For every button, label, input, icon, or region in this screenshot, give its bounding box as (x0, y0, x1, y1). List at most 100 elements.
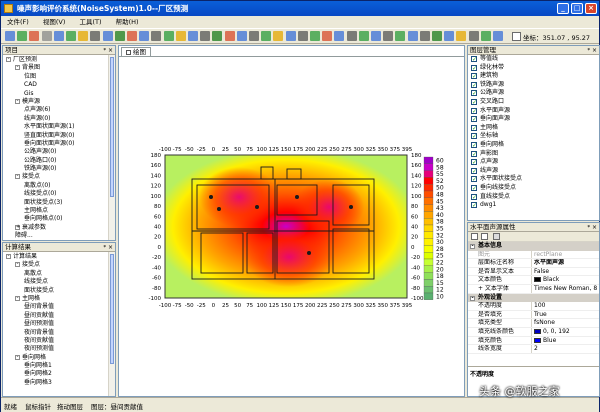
layer-checkbox[interactable]: ✓ (471, 107, 477, 114)
layer-checkbox[interactable]: ✓ (471, 98, 477, 105)
tree-item[interactable]: 线接受点 (6, 278, 115, 286)
tree-item[interactable]: 公路路口(0) (6, 157, 115, 165)
tree-item[interactable]: - 接受点 (6, 261, 115, 269)
tree-item[interactable]: 面状接受点(3) (6, 199, 115, 207)
layer-checkbox[interactable]: ✓ (471, 64, 477, 71)
layer-checkbox[interactable]: ✓ (471, 56, 477, 63)
layer-checkbox[interactable]: ✓ (471, 81, 477, 88)
toolbar-tool-icon[interactable] (285, 31, 296, 41)
close-icon[interactable]: × (108, 243, 113, 252)
tree-item[interactable]: 离散点(0) (6, 182, 115, 190)
tree-item[interactable]: - 模声源 (6, 98, 115, 106)
property-row[interactable]: 层面标注名称 水平面声源 (468, 259, 599, 268)
tree-item[interactable]: CAD (6, 81, 115, 89)
expand-toggle-icon[interactable]: - (15, 65, 20, 71)
tree-item[interactable]: 垂向网格2 (6, 370, 115, 378)
menu-view[interactable]: 视图(V) (37, 16, 72, 28)
menu-help[interactable]: 帮助(H) (110, 16, 145, 28)
layer-item[interactable]: ✓ 坐标轴 (468, 132, 599, 141)
tree-item[interactable]: 夜间贡献值 (6, 337, 115, 345)
property-value[interactable]: 0, 0, 192 (531, 327, 597, 336)
layer-checkbox[interactable]: ✓ (471, 73, 477, 80)
layer-checkbox[interactable]: ✓ (471, 193, 477, 200)
close-button[interactable]: × (585, 3, 597, 14)
tree-item[interactable]: 面状接受点 (6, 287, 115, 295)
property-row[interactable]: + 文本字体 Times New Roman, 8 (468, 284, 599, 294)
toolbar-tool-icon[interactable] (346, 31, 357, 41)
collapse-icon[interactable]: - (470, 295, 475, 301)
collapse-icon[interactable]: - (470, 244, 475, 249)
toolbar-tool-icon[interactable] (468, 31, 479, 41)
toolbar-tool-icon[interactable] (17, 31, 28, 41)
expand-toggle-icon[interactable]: - (6, 57, 11, 62)
toolbar-tool-icon[interactable] (273, 31, 284, 41)
toolbar-tool-icon[interactable] (261, 31, 272, 41)
property-row[interactable]: 填充颜色 Blue (468, 336, 599, 346)
property-row[interactable]: 不透明度 100 (468, 302, 599, 311)
toolbar-tool-icon[interactable] (419, 31, 430, 41)
property-value[interactable]: Black (531, 276, 597, 285)
layer-item[interactable]: ✓ dwg1 (468, 201, 599, 210)
expand-toggle-icon[interactable]: - (15, 98, 20, 104)
property-category[interactable]: - 基本信息 (468, 242, 599, 251)
layer-checkbox[interactable]: ✓ (471, 116, 477, 123)
expand-toggle-icon[interactable]: + (15, 224, 20, 230)
noise-map-canvas[interactable]: -100-100-75-75-50-50-25-2500252550507575… (119, 57, 464, 397)
layer-item[interactable]: ✓ 建筑物 (468, 72, 599, 81)
categorized-icon[interactable] (471, 233, 478, 240)
toolbar-tool-icon[interactable] (127, 31, 137, 41)
toolbar-tool-icon[interactable] (310, 31, 320, 41)
menu-file[interactable]: 文件(F) (1, 16, 35, 28)
maximize-button[interactable]: □ (571, 3, 583, 14)
layer-item[interactable]: ✓ 公路声源 (468, 89, 599, 98)
toolbar-tool-icon[interactable] (5, 31, 15, 41)
toolbar-tool-icon[interactable] (224, 31, 235, 41)
tree-item[interactable]: 夜间背景值 (6, 329, 115, 337)
layer-item[interactable]: ✓ 垂向网格 (468, 141, 599, 150)
layer-checkbox[interactable]: ✓ (471, 90, 477, 97)
toolbar-tool-icon[interactable] (66, 31, 76, 41)
tree-item[interactable]: 点声源(6) (6, 106, 115, 114)
layer-item[interactable]: ✓ 等值线 (468, 55, 599, 64)
tree-item[interactable]: 障碍... (6, 232, 115, 240)
layer-item[interactable]: ✓ 水平面状接受点 (468, 175, 599, 184)
tree-item[interactable]: 线声源(0) (6, 115, 115, 123)
result-scrollbar[interactable] (108, 252, 115, 396)
layer-checkbox[interactable]: ✓ (471, 176, 477, 183)
toolbar-tool-icon[interactable] (249, 31, 259, 41)
expand-toggle-icon[interactable]: - (15, 262, 20, 268)
close-icon[interactable]: × (592, 223, 597, 232)
property-value[interactable]: 水平面声源 (531, 259, 597, 267)
tree-item[interactable]: - 垂向网格 (6, 354, 115, 362)
close-icon[interactable]: × (108, 46, 113, 55)
toolbar-tool-icon[interactable] (41, 31, 52, 41)
expand-toggle-icon[interactable]: - (15, 174, 20, 180)
toolbar-tool-icon[interactable] (236, 31, 247, 41)
toolbar-tool-icon[interactable] (114, 31, 125, 41)
alphabetical-icon[interactable] (481, 233, 488, 240)
close-icon[interactable]: × (592, 46, 597, 55)
toolbar-tool-icon[interactable] (334, 31, 345, 41)
toolbar-tool-icon[interactable] (456, 31, 467, 41)
layer-item[interactable]: ✓ 水平面声源 (468, 107, 599, 116)
layer-item[interactable]: ✓ 直线接受点 (468, 193, 599, 202)
layer-checkbox[interactable]: ✓ (471, 150, 477, 157)
property-pages-icon[interactable] (493, 233, 500, 240)
toolbar-tool-icon[interactable] (200, 31, 211, 41)
toolbar-tool-icon[interactable] (212, 31, 223, 41)
expand-toggle-icon[interactable]: - (6, 254, 11, 259)
property-value[interactable]: Blue (531, 336, 597, 345)
layer-item[interactable]: ✓ 垂向面声源 (468, 115, 599, 124)
property-value[interactable]: True (531, 310, 597, 319)
expand-toggle-icon[interactable]: - (15, 295, 20, 301)
layer-checkbox[interactable]: ✓ (471, 124, 477, 131)
tree-item[interactable]: 线接受点(0) (6, 190, 115, 198)
toolbar-tool-icon[interactable] (297, 31, 308, 41)
property-row[interactable]: 图元 rectPlane (468, 250, 599, 260)
toolbar-tool-icon[interactable] (78, 31, 89, 41)
pin-icon[interactable]: ᵠ (588, 223, 591, 232)
toolbar-tool-icon[interactable] (163, 31, 174, 41)
tree-item[interactable]: 离散点 (6, 270, 115, 278)
toolbar-tool-icon[interactable] (102, 31, 113, 41)
toolbar-tool-icon[interactable] (493, 31, 503, 41)
